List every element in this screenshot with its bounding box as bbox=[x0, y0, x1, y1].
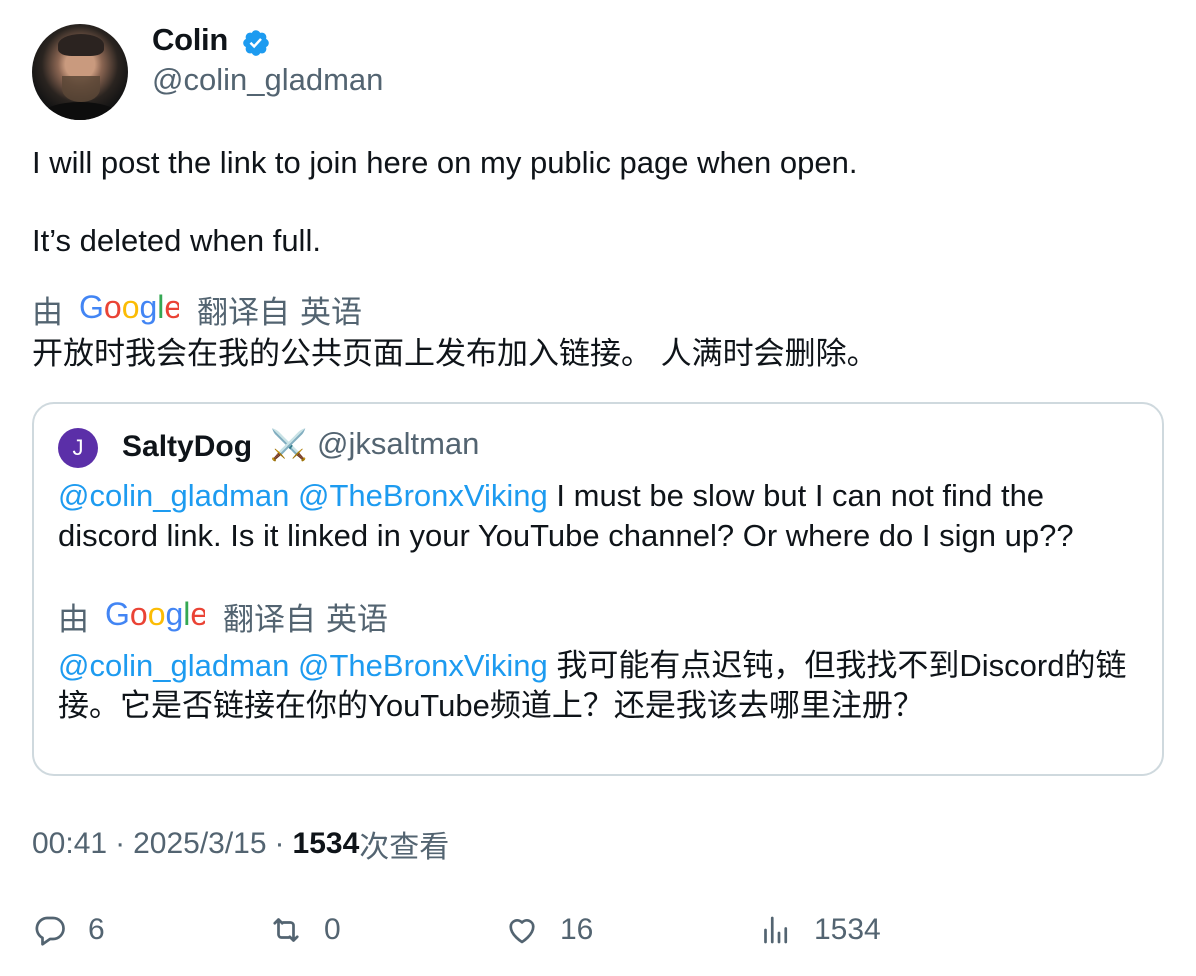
translation-source-language: 英语 bbox=[326, 601, 388, 637]
meta-separator: · bbox=[274, 827, 285, 860]
repost-icon bbox=[273, 918, 299, 942]
tweet-translation: 开放时我会在我的公共页面上发布加入链接。 人满时会删除。 bbox=[32, 336, 878, 371]
meta-separator: · bbox=[115, 827, 126, 860]
repost-button[interactable]: 0 bbox=[268, 908, 341, 952]
views-label: 次查看 bbox=[359, 831, 450, 864]
reply-button[interactable]: 6 bbox=[32, 908, 105, 952]
svg-text:Google: Google bbox=[79, 289, 179, 325]
repost-count: 0 bbox=[324, 913, 341, 946]
like-button[interactable]: 16 bbox=[504, 908, 593, 952]
crossed-swords-icon: ⚔️ bbox=[270, 429, 308, 462]
google-logo: Google bbox=[79, 289, 179, 325]
author-handle[interactable]: @colin_gladman bbox=[152, 62, 383, 98]
quoted-translation-attribution: 由 Google 翻译自 英语 bbox=[58, 596, 388, 637]
translation-source-language: 英语 bbox=[300, 294, 362, 330]
translation-attribution: 由 Google 翻译自 英语 bbox=[32, 289, 362, 330]
tweet-time[interactable]: 00:41 bbox=[32, 827, 107, 861]
quoted-tweet[interactable]: J SaltyDog ⚔️ @jksaltman @colin_gladman … bbox=[32, 402, 1164, 776]
avatar-hair bbox=[58, 34, 104, 56]
views-count: 1534 bbox=[292, 827, 360, 860]
action-bar: 6 0 16 1534 bbox=[32, 908, 1172, 952]
mention-link[interactable]: @TheBronxViking bbox=[298, 478, 548, 513]
author-name[interactable]: Colin bbox=[152, 22, 228, 58]
like-count: 16 bbox=[560, 913, 594, 946]
svg-text:Google: Google bbox=[105, 596, 205, 632]
analytics-icon bbox=[764, 916, 788, 944]
mention-link[interactable]: @colin_gladman bbox=[58, 648, 289, 683]
quoted-translation: @colin_gladman @TheBronxViking 我可能有点迟钝，但… bbox=[58, 646, 1148, 726]
verified-badge-icon bbox=[243, 30, 269, 56]
reply-icon bbox=[35, 916, 65, 946]
quoted-text: @colin_gladman @TheBronxViking I must be… bbox=[58, 476, 1148, 556]
views-action-count: 1534 bbox=[814, 913, 881, 946]
quoted-avatar[interactable]: J bbox=[58, 428, 98, 468]
translation-suffix: 翻译自 bbox=[223, 601, 316, 637]
translation-suffix: 翻译自 bbox=[197, 294, 290, 330]
views-button[interactable]: 1534 bbox=[758, 908, 881, 952]
mention-link[interactable]: @colin_gladman bbox=[58, 478, 289, 513]
reply-count: 6 bbox=[88, 913, 105, 946]
author-avatar[interactable] bbox=[32, 24, 128, 120]
tweet-paragraph: It’s deleted when full. bbox=[32, 223, 321, 258]
mention-link[interactable]: @TheBronxViking bbox=[298, 648, 548, 683]
translation-prefix: 由 bbox=[58, 601, 89, 637]
tweet-paragraph: I will post the link to join here on my … bbox=[32, 145, 858, 180]
tweet-text: I will post the link to join here on my … bbox=[32, 143, 1152, 261]
translation-prefix: 由 bbox=[32, 294, 63, 330]
quoted-author-name[interactable]: SaltyDog bbox=[122, 430, 252, 464]
quoted-author-handle[interactable]: @jksaltman bbox=[317, 426, 479, 462]
avatar-beard bbox=[62, 76, 100, 102]
tweet-date[interactable]: 2025/3/15 bbox=[133, 827, 266, 861]
tweet-meta: 00:41 · 2025/3/15 · 1534 次查看 bbox=[32, 822, 449, 866]
heart-icon bbox=[509, 919, 535, 944]
avatar-shirt bbox=[40, 102, 120, 120]
google-logo: Google bbox=[105, 596, 205, 632]
